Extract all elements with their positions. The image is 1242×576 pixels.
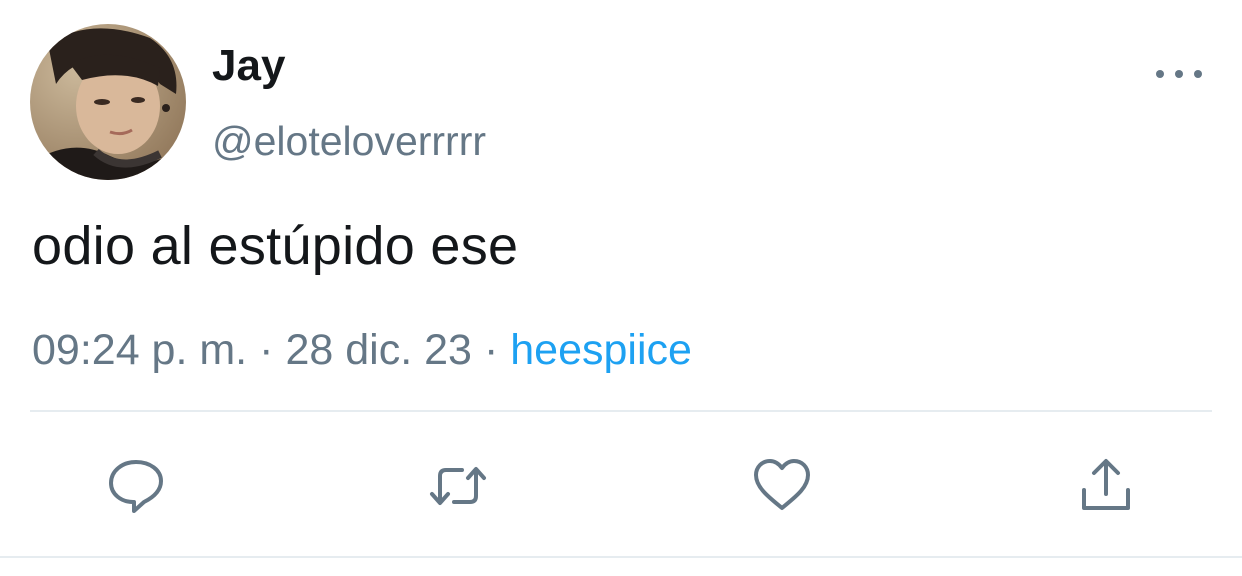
bottom-divider bbox=[0, 556, 1242, 558]
tweet-date: 28 dic. 23 bbox=[285, 326, 472, 374]
avatar-image bbox=[30, 24, 186, 180]
divider bbox=[30, 410, 1212, 412]
more-dot bbox=[1194, 70, 1202, 78]
display-name[interactable]: Jay bbox=[212, 40, 285, 92]
reply-icon bbox=[109, 460, 163, 513]
more-dot bbox=[1156, 70, 1164, 78]
avatar[interactable] bbox=[30, 24, 186, 180]
tweet-meta: 09:24 p. m. · 28 dic. 23 · heespiice bbox=[32, 324, 692, 376]
more-options-icon[interactable] bbox=[1156, 62, 1202, 86]
more-dot bbox=[1175, 70, 1183, 78]
retweet-icon bbox=[430, 467, 486, 505]
like-button[interactable] bbox=[752, 456, 812, 516]
tweet-source-link[interactable]: heespiice bbox=[510, 326, 692, 374]
user-handle[interactable]: @eloteloverrrrr bbox=[212, 116, 486, 166]
tweet-time: 09:24 p. m. bbox=[32, 326, 248, 374]
share-button[interactable] bbox=[1076, 456, 1136, 516]
meta-separator: · bbox=[259, 326, 274, 374]
tweet-card: Jay @eloteloverrrrr odio al estúpido ese… bbox=[0, 0, 1242, 576]
heart-icon bbox=[754, 459, 810, 510]
retweet-button[interactable] bbox=[428, 456, 488, 516]
reply-button[interactable] bbox=[106, 456, 166, 516]
meta-separator: · bbox=[483, 326, 499, 374]
tweet-text: odio al estúpido ese bbox=[32, 216, 519, 276]
share-icon bbox=[1082, 459, 1130, 510]
